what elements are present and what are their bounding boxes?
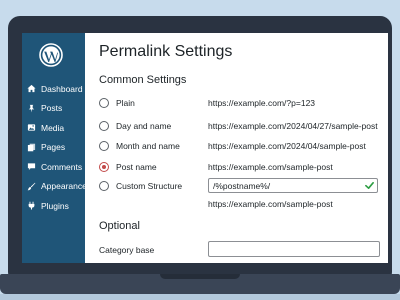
sidebar-item-posts[interactable]: Posts (22, 99, 85, 119)
option-example-url: https://example.com/sample-post (208, 162, 333, 172)
pages-icon (27, 143, 36, 152)
radio-post-name[interactable] (99, 162, 109, 172)
floor (0, 294, 400, 300)
category-base-input[interactable] (208, 241, 380, 257)
category-base-label: Category base (99, 245, 155, 255)
radio-custom-structure[interactable] (99, 181, 109, 191)
main-content: Permalink Settings Common Settings Plain… (85, 33, 388, 263)
sidebar-item-label: Pages (41, 142, 66, 153)
sidebar-item-label: Comments (41, 161, 83, 172)
sidebar-item-media[interactable]: Media (22, 118, 85, 138)
option-example-url: https://example.com/?p=123 (208, 98, 316, 108)
laptop-screen: Dashboard Posts Media Pages Comments App… (22, 33, 388, 263)
sidebar-item-label: Posts (41, 103, 63, 114)
option-label: Post name (116, 162, 157, 172)
custom-structure-input[interactable] (208, 178, 378, 193)
option-month-and-name[interactable]: Month and name (99, 139, 180, 153)
option-post-name[interactable]: Post name (99, 160, 157, 174)
sidebar-item-pages[interactable]: Pages (22, 138, 85, 158)
laptop-notch (160, 274, 240, 279)
sidebar-item-plugins[interactable]: Plugins (22, 196, 85, 216)
sidebar-item-label: Dashboard (41, 83, 83, 94)
checkmark-icon (365, 181, 374, 190)
sidebar-item-label: Appearance (41, 181, 87, 192)
admin-sidebar: Dashboard Posts Media Pages Comments App… (22, 33, 87, 263)
comment-bubble-icon (27, 162, 36, 171)
sidebar-item-label: Media (41, 122, 65, 133)
option-example-url: https://example.com/2024/04/sample-post (208, 141, 366, 151)
pushpin-icon (27, 104, 36, 113)
radio-day-and-name[interactable] (99, 121, 109, 131)
admin-menu: Dashboard Posts Media Pages Comments App… (22, 79, 87, 216)
page-title: Permalink Settings (99, 43, 233, 60)
option-label: Day and name (116, 121, 172, 131)
option-label: Month and name (116, 141, 180, 151)
radio-month-and-name[interactable] (99, 141, 109, 151)
optional-heading: Optional (99, 220, 140, 232)
option-label: Custom Structure (116, 181, 183, 191)
option-example-url: https://example.com/2024/04/27/sample-po… (208, 121, 378, 131)
option-custom-structure[interactable]: Custom Structure (99, 179, 182, 193)
paintbrush-icon (27, 182, 36, 191)
plug-icon (27, 201, 36, 210)
sidebar-item-comments[interactable]: Comments (22, 157, 85, 177)
sidebar-item-dashboard[interactable]: Dashboard (22, 79, 85, 99)
radio-plain[interactable] (99, 98, 109, 108)
custom-structure-preview-url: https://example.com/sample-post (208, 199, 333, 209)
sidebar-item-label: Plugins (41, 200, 69, 211)
common-settings-heading: Common Settings (99, 74, 187, 86)
media-icon (27, 123, 36, 132)
option-day-and-name[interactable]: Day and name (99, 119, 171, 133)
option-label: Plain (116, 98, 135, 108)
sidebar-item-appearance[interactable]: Appearance (22, 177, 87, 197)
option-plain[interactable]: Plain (99, 96, 135, 110)
dashboard-house-icon (27, 84, 36, 93)
wordpress-logo-icon[interactable] (39, 43, 63, 67)
